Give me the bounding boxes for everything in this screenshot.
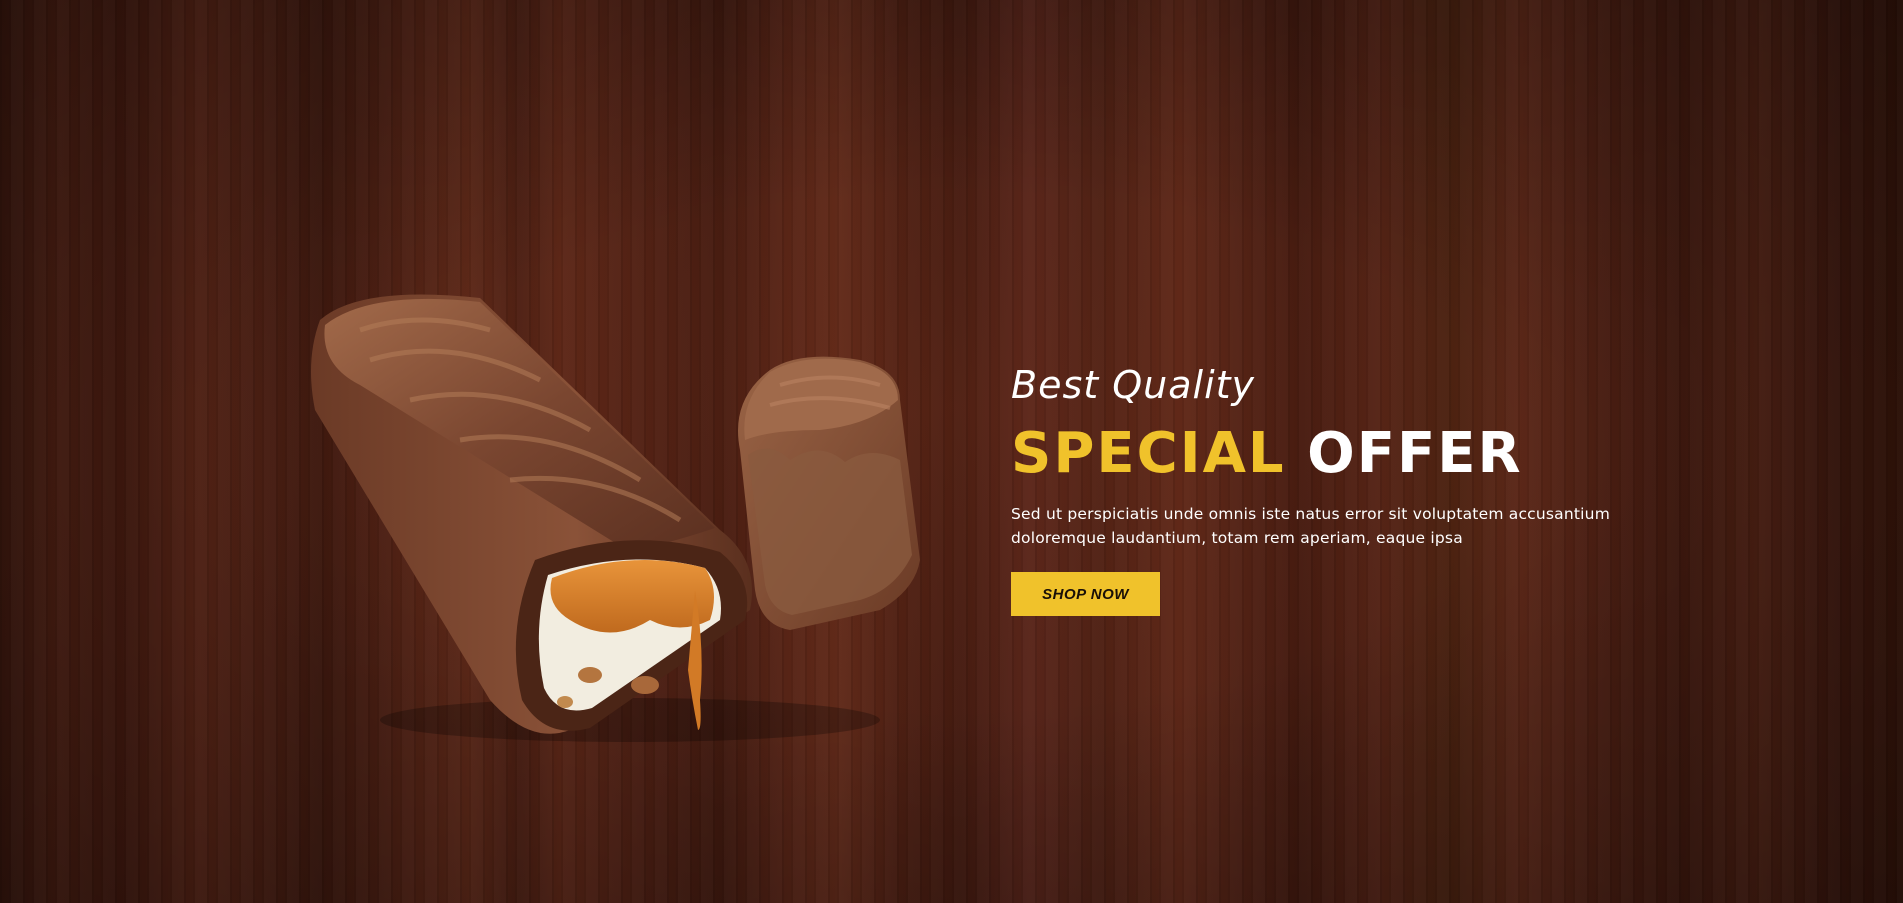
- hero-banner: Best Quality SPECIAL OFFER Sed ut perspi…: [0, 0, 1903, 903]
- hero-content: Best Quality SPECIAL OFFER Sed ut perspi…: [1011, 363, 1711, 617]
- shop-now-button[interactable]: SHOP NOW: [1011, 572, 1160, 617]
- headline-accent: SPECIAL: [1011, 420, 1286, 486]
- hero-headline: SPECIAL OFFER: [1011, 420, 1711, 486]
- headline-plain: OFFER: [1307, 420, 1523, 486]
- hero-tagline: Best Quality: [1011, 363, 1256, 407]
- chocolate-bar-image: [311, 294, 920, 742]
- hero-description: Sed ut perspiciatis unde omnis iste natu…: [1011, 505, 1611, 548]
